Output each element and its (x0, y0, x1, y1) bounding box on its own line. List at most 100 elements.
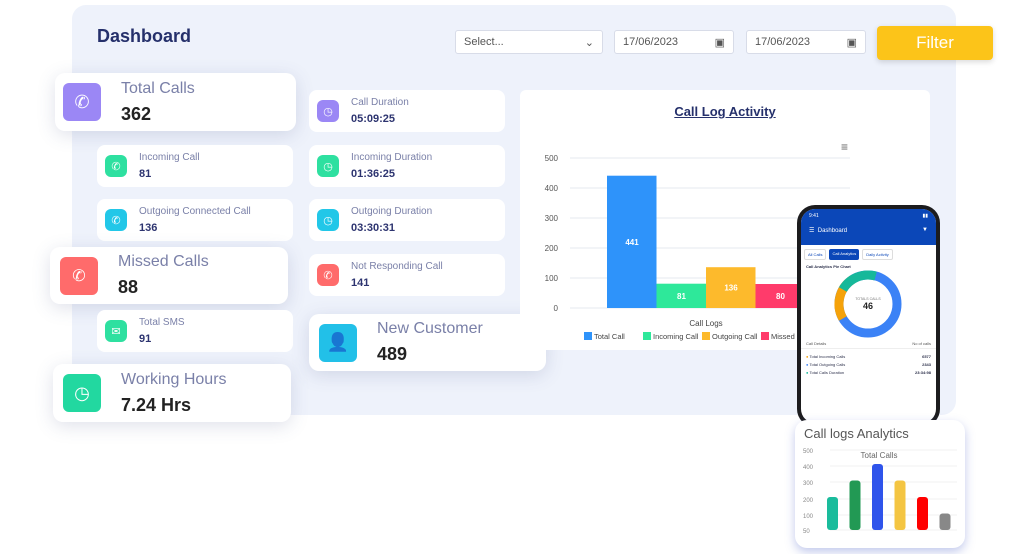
card-label: Not Responding Call (351, 261, 443, 272)
mini-bar (827, 497, 838, 530)
date-from-input[interactable]: 17/06/2023 ▣ (614, 30, 734, 54)
card-value: 05:09:25 (351, 113, 396, 125)
col-call-details: Call Details (806, 341, 827, 346)
filter-icon[interactable]: ▼ (922, 227, 928, 234)
card-value: 136 (139, 222, 158, 234)
card-value: 91 (139, 333, 152, 345)
y-tick-label: 50 (803, 529, 810, 535)
y-tick-label: 500 (545, 154, 559, 163)
card-label: Missed Calls (118, 253, 209, 270)
date-to-value: 17/06/2023 (755, 36, 811, 48)
legend-label: Outgoing Call (712, 332, 758, 341)
data-label: 81 (677, 292, 686, 301)
mini-bar-chart: 50 100 200 300 400 500 Total Calls (803, 449, 957, 535)
card-value: 489 (377, 344, 408, 364)
mini-bar (894, 480, 906, 530)
calendar-icon: ▣ (846, 36, 857, 49)
call-duration-card: ◷ Call Duration 05:09:25 (309, 90, 505, 132)
card-value: 141 (351, 277, 370, 289)
row-label: ● Total Incoming Calls (806, 354, 846, 359)
mini-chart-subtitle: Total Calls (861, 451, 898, 460)
y-tick-label: 100 (803, 514, 814, 520)
filter-button[interactable]: Filter (877, 26, 993, 60)
col-no-of-calls: No of calls (912, 341, 931, 346)
row-value: 23:34:98 (914, 370, 931, 375)
y-tick-label: 200 (545, 244, 559, 253)
missed-calls-card: ✆ Missed Calls 88 (50, 247, 288, 304)
user-icon: 👤 (319, 323, 357, 362)
card-label: Total SMS (139, 317, 185, 328)
chevron-down-icon: ⌄ (584, 36, 594, 49)
date-from-value: 17/06/2023 (623, 36, 679, 48)
outgoing-call-icon: ✆ (105, 209, 127, 231)
card-label: Incoming Call (139, 152, 200, 163)
row-value: 2343 (922, 362, 931, 367)
row-value: 6577 (922, 354, 931, 359)
menu-icon[interactable]: ☰ (809, 228, 814, 234)
tab-call-analytics[interactable]: Call Analytics (829, 249, 860, 260)
card-label: Outgoing Duration (351, 206, 433, 217)
tab-all-calls[interactable]: All Calls (804, 249, 827, 260)
row-label: ● Total Calls Duration (806, 370, 845, 375)
phone-row: ● Total Calls Duration 23:34:98 (806, 370, 931, 375)
y-tick-label: 500 (803, 449, 814, 455)
incoming-call-icon: ✆ (105, 155, 127, 177)
phone-header: 9:41 ▮▮ ☰ Dashboard ▼ (801, 209, 936, 245)
data-label: 136 (724, 284, 738, 293)
working-hours-card: ◷ Working Hours 7.24 Hrs (53, 364, 291, 422)
legend-label: Incoming Call (653, 332, 699, 341)
clock-icon: ◷ (317, 100, 339, 122)
phone-icon: ✆ (63, 83, 101, 121)
card-value: 01:36:25 (351, 168, 396, 180)
card-value: 88 (118, 277, 139, 297)
phone-mockup: 9:41 ▮▮ ☰ Dashboard ▼ All Calls Call Analy… (797, 205, 940, 427)
total-calls-card: ✆ Total Calls 362 (55, 73, 296, 131)
outgoing-duration-card: ◷ Outgoing Duration 03:30:31 (309, 199, 505, 241)
data-label: 80 (776, 292, 785, 301)
card-value: 7.24 Hrs (121, 394, 192, 415)
phone-row: ● Total Outgoing Calls 2343 (806, 362, 931, 367)
y-tick-label: 0 (554, 304, 559, 313)
outgoing-connected-card: ✆ Outgoing Connected Call 136 (97, 199, 293, 241)
y-tick-label: 300 (545, 214, 559, 223)
sms-icon: ✉ (105, 320, 127, 342)
card-value: 362 (121, 103, 152, 124)
calendar-icon: ▣ (714, 36, 725, 49)
mini-bar (872, 464, 883, 530)
legend-swatch (761, 332, 769, 340)
incoming-call-card: ✆ Incoming Call 81 (97, 145, 293, 187)
data-label: 441 (625, 238, 639, 247)
page-title: Dashboard (97, 26, 192, 46)
y-tick-label: 400 (545, 184, 559, 193)
card-label: Working Hours (121, 370, 227, 388)
tab-daily-activity[interactable]: Daily Activity (862, 249, 893, 260)
call-logs-analytics-card: Call logs Analytics 50 100 200 300 400 500 Tot… (795, 420, 965, 548)
donut-chart: TOTALS CALLS 46 (834, 270, 902, 338)
call-blocked-icon: ✆ (317, 264, 339, 286)
card-label: Call Duration (351, 97, 409, 108)
card-label: New Customer (377, 320, 483, 337)
x-axis-label: Call Logs (689, 319, 722, 328)
card-value: 81 (139, 168, 152, 180)
y-tick-label: 400 (803, 465, 814, 471)
legend-swatch (584, 332, 592, 340)
not-responding-card: ✆ Not Responding Call 141 (309, 254, 505, 296)
total-sms-card: ✉ Total SMS 91 (97, 310, 293, 352)
clock-icon: ◷ (317, 155, 339, 177)
incoming-duration-card: ◷ Incoming Duration 01:36:25 (309, 145, 505, 187)
select-dropdown[interactable]: Select... ⌄ (455, 30, 603, 54)
legend-swatch (702, 332, 710, 340)
select-placeholder: Select... (464, 36, 504, 48)
date-to-input[interactable]: 17/06/2023 ▣ (746, 30, 866, 54)
new-customer-card: 👤 New Customer 489 (309, 314, 546, 371)
mini-bar (939, 513, 951, 530)
legend-swatch (643, 332, 651, 340)
missed-call-icon: ✆ (60, 256, 98, 295)
y-tick-label: 200 (803, 498, 814, 504)
phone-tabs: All Calls Call Analytics Daily Activity (801, 245, 936, 264)
phone-title: Dashboard (817, 228, 848, 234)
phone-row: ● Total Incoming Calls 6577 (806, 354, 931, 359)
mini-bar (917, 497, 928, 530)
row-label: ● Total Outgoing Calls (806, 362, 846, 367)
phone-time: 9:41 (809, 213, 819, 219)
